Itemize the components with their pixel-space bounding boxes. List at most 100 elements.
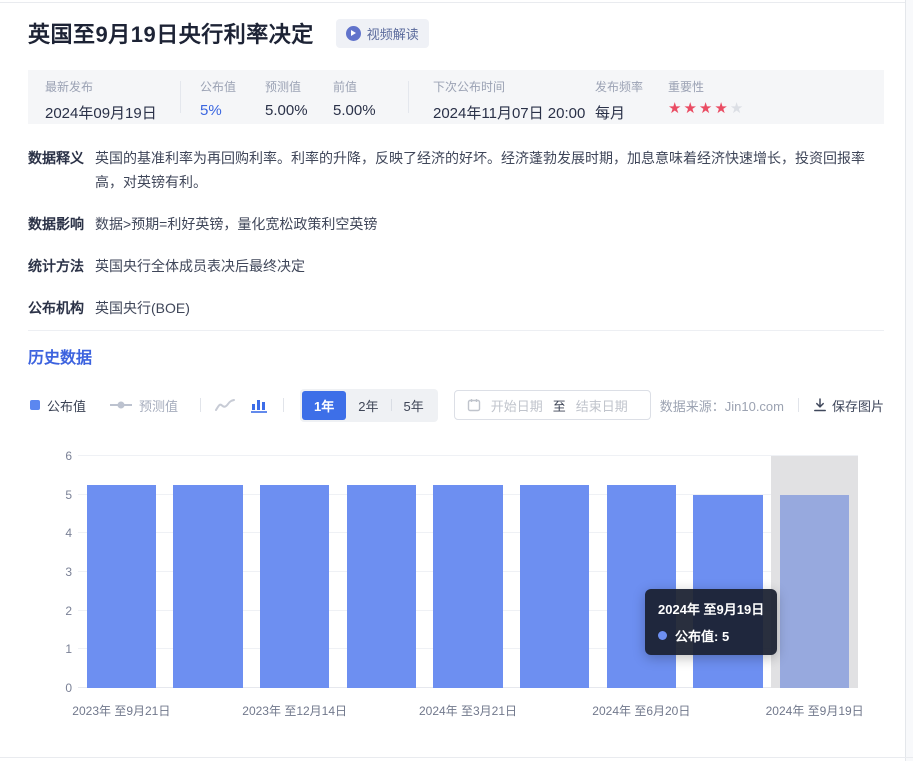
detail-label: 统计方法 [28, 254, 86, 278]
page-right-border [905, 0, 906, 761]
y-axis-tick-label: 2 [65, 604, 72, 618]
latest-release-block: 最新发布 2024年09月19日 [45, 78, 157, 123]
frequency-label: 发布频率 [595, 78, 643, 95]
toolbar-divider [283, 398, 284, 412]
tab-1year[interactable]: 1年 [302, 391, 346, 420]
start-date-input[interactable]: 开始日期 [491, 396, 543, 415]
bar-slot [251, 456, 338, 688]
detail-text: 英国的基准利率为再回购利率。利率的升降，反映了经济的好坏。经济蓬勃发展时期，加息… [95, 146, 884, 194]
play-icon [346, 26, 361, 41]
importance-block: 重要性 ★★★★★ [668, 78, 745, 116]
section-divider [28, 330, 884, 331]
x-axis-tick-label: 2024年 至6月20日 [592, 702, 690, 719]
history-bar-chart: 0123456 2024年 至9月19日 公布值: 5 2023年 至9月21日… [28, 440, 884, 740]
video-explain-button[interactable]: 视频解读 [336, 19, 429, 48]
previous-block: 前值 5.00% [333, 78, 376, 119]
forecast-block: 预测值 5.00% [265, 78, 308, 119]
chart-bar[interactable] [607, 485, 676, 688]
legend-published[interactable]: 公布值 [30, 396, 86, 415]
published-block: 公布值 5% [200, 78, 236, 119]
tooltip-row: 公布值: 5 [658, 626, 764, 645]
frequency-block: 发布频率 每月 [595, 78, 643, 123]
page-top-border [0, 2, 905, 3]
header: 英国至9月19日央行利率决定 视频解读 [28, 17, 429, 49]
chart-bar[interactable] [87, 485, 156, 688]
y-axis-tick-label: 5 [65, 488, 72, 502]
legend-forecast[interactable]: 预测值 [110, 396, 178, 415]
tooltip-title: 2024年 至9月19日 [658, 599, 764, 618]
download-icon [813, 398, 827, 412]
chart-toolbar: 公布值 预测值 1年 2年 5年 开始日期 至 结束日期 数据来源：Jin10.… [28, 390, 884, 420]
tooltip-value: 公布值: 5 [675, 626, 729, 645]
y-axis-tick-label: 6 [65, 449, 72, 463]
bar-chart-icon[interactable] [251, 398, 267, 413]
plot-area: 2024年 至9月19日 公布值: 5 [78, 456, 858, 688]
legend-label: 预测值 [139, 396, 178, 415]
next-release-block: 下次公布时间 2024年11月07日 20:00 [433, 78, 585, 123]
detail-label: 数据释义 [28, 146, 86, 194]
x-axis: 2023年 至9月21日2023年 至12月14日2024年 至3月21日202… [78, 702, 858, 720]
bar-slot [78, 456, 165, 688]
legend-swatch-square [30, 400, 40, 410]
star-icon: ★ [699, 100, 714, 117]
calendar-icon [467, 398, 481, 412]
latest-release-value: 2024年09月19日 [45, 102, 157, 123]
page-title: 英国至9月19日央行利率决定 [28, 17, 314, 49]
forecast-label: 预测值 [265, 78, 308, 95]
chart-tooltip: 2024年 至9月19日 公布值: 5 [645, 589, 777, 655]
star-icon: ★ [668, 100, 683, 117]
range-tab-group: 1年 2年 5年 [300, 389, 438, 422]
x-axis-tick-label: 2023年 至12月14日 [242, 702, 347, 719]
detail-text: 英国央行全体成员表决后最终决定 [95, 254, 305, 278]
end-date-input[interactable]: 结束日期 [576, 396, 628, 415]
y-axis: 0123456 [36, 456, 72, 688]
star-icon: ★ [714, 100, 729, 117]
latest-release-label: 最新发布 [45, 78, 157, 95]
legend-line-dot-icon [110, 404, 132, 406]
chart-bar[interactable] [347, 485, 416, 688]
star-icon: ★ [683, 100, 698, 117]
importance-label: 重要性 [668, 78, 745, 95]
tab-2year[interactable]: 2年 [346, 391, 390, 420]
details-section: 数据释义 英国的基准利率为再回购利率。利率的升降，反映了经济的好坏。经济蓬勃发展… [28, 146, 884, 338]
chart-bar[interactable] [433, 485, 502, 688]
x-axis-tick-label: 2024年 至3月21日 [419, 702, 517, 719]
bar-slot [771, 456, 858, 688]
save-image-button[interactable]: 保存图片 [813, 396, 884, 415]
summary-bar: 最新发布 2024年09月19日 公布值 5% 预测值 5.00% 前值 5.0… [28, 70, 884, 124]
line-chart-icon[interactable] [215, 398, 235, 413]
page-right-gutter [906, 0, 913, 761]
chart-bar[interactable] [780, 495, 849, 688]
summary-divider [408, 81, 409, 113]
forecast-value: 5.00% [265, 102, 308, 119]
detail-row-method: 统计方法 英国央行全体成员表决后最终决定 [28, 254, 884, 278]
bar-slot [165, 456, 252, 688]
data-source-label: 数据来源：Jin10.com [660, 396, 784, 415]
bar-slot [338, 456, 425, 688]
tooltip-series-dot [658, 631, 667, 640]
detail-row-definition: 数据释义 英国的基准利率为再回购利率。利率的升降，反映了经济的好坏。经济蓬勃发展… [28, 146, 884, 194]
video-explain-label: 视频解读 [367, 24, 419, 43]
y-axis-tick-label: 1 [65, 642, 72, 656]
published-value: 5% [200, 102, 236, 119]
y-axis-tick-label: 0 [65, 681, 72, 695]
next-release-value: 2024年11月07日 20:00 [433, 102, 585, 123]
importance-stars: ★★★★★ [668, 101, 745, 116]
page-bottom-border [0, 757, 913, 758]
bar-slot [511, 456, 598, 688]
detail-row-agency: 公布机构 英国央行(BOE) [28, 296, 884, 320]
chart-bar[interactable] [520, 485, 589, 688]
detail-label: 公布机构 [28, 296, 86, 320]
history-heading: 历史数据 [28, 344, 92, 368]
chart-bar[interactable] [260, 485, 329, 688]
toolbar-divider [798, 398, 799, 412]
star-icon: ★ [730, 100, 745, 117]
detail-text: 数据>预期=利好英镑，量化宽松政策利空英镑 [95, 212, 377, 236]
chart-bar[interactable] [173, 485, 242, 688]
detail-label: 数据影响 [28, 212, 86, 236]
x-axis-tick-label: 2024年 至9月19日 [766, 702, 864, 719]
tab-5year[interactable]: 5年 [392, 391, 436, 420]
y-axis-tick-label: 3 [65, 565, 72, 579]
date-range-picker[interactable]: 开始日期 至 结束日期 [454, 390, 651, 420]
detail-text: 英国央行(BOE) [95, 296, 190, 320]
